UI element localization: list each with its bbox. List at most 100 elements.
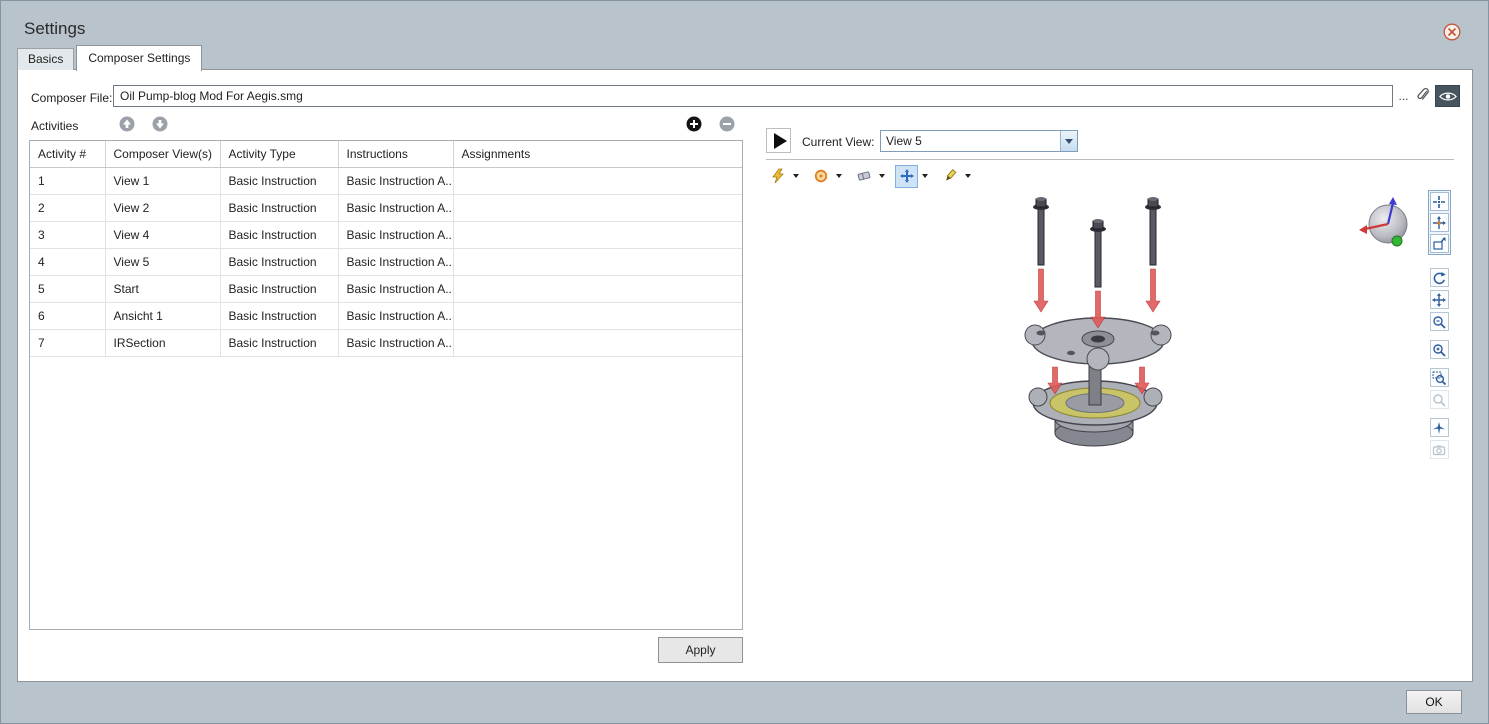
current-view-value: View 5 xyxy=(881,134,1060,148)
close-button[interactable] xyxy=(1443,23,1461,41)
table-cell xyxy=(453,221,742,248)
marker-tool-icon xyxy=(942,168,958,184)
table-row[interactable]: 7IRSectionBasic InstructionBasic Instruc… xyxy=(30,329,742,356)
spin-tool-dropdown[interactable] xyxy=(832,165,845,188)
table-cell: Ansicht 1 xyxy=(105,302,220,329)
align-mode-group xyxy=(1428,190,1451,255)
rotate-button[interactable] xyxy=(1430,268,1449,287)
table-cell: Basic Instruction A... xyxy=(338,302,453,329)
table-row[interactable]: 1View 1Basic InstructionBasic Instructio… xyxy=(30,167,742,194)
table-cell: View 4 xyxy=(105,221,220,248)
apply-button[interactable]: Apply xyxy=(658,637,743,663)
explode-tool-icon xyxy=(770,168,786,184)
table-cell: Basic Instruction A... xyxy=(338,275,453,302)
ok-button[interactable]: OK xyxy=(1406,690,1462,714)
column-header-activity[interactable]: Activity # xyxy=(30,141,105,167)
marker-tool-button[interactable] xyxy=(938,165,961,188)
zoom-in-button[interactable] xyxy=(1430,340,1449,359)
camera-icon xyxy=(1432,443,1446,457)
table-cell: 4 xyxy=(30,248,105,275)
table-row[interactable]: 6Ansicht 1Basic InstructionBasic Instruc… xyxy=(30,302,742,329)
window-title: Settings xyxy=(24,19,85,39)
remove-activity-button[interactable] xyxy=(719,116,735,132)
table-cell: IRSection xyxy=(105,329,220,356)
table-cell xyxy=(453,329,742,356)
column-header-assignments[interactable]: Assignments xyxy=(453,141,742,167)
add-activity-button[interactable] xyxy=(686,116,702,132)
zoom-area-button[interactable] xyxy=(1430,368,1449,387)
bolt-1 xyxy=(1033,197,1049,265)
fly-through-icon xyxy=(1432,421,1446,435)
tab-basics[interactable]: Basics xyxy=(17,48,74,70)
align-target-button[interactable] xyxy=(1430,192,1449,211)
move-axis-button[interactable] xyxy=(1430,213,1449,232)
tab-strip: Basics Composer Settings xyxy=(17,47,204,70)
marker-tool-dropdown[interactable] xyxy=(961,165,974,188)
table-cell: Basic Instruction A... xyxy=(338,194,453,221)
table-cell: Basic Instruction A... xyxy=(338,221,453,248)
pan-button[interactable] xyxy=(1430,290,1449,309)
table-cell: 6 xyxy=(30,302,105,329)
activities-header-row: Activity #Composer View(s)Activity TypeI… xyxy=(30,141,742,167)
table-cell: Basic Instruction xyxy=(220,302,338,329)
preview-button[interactable] xyxy=(1435,85,1460,107)
move-activity-down-button[interactable] xyxy=(152,116,168,132)
explode-tool-dropdown[interactable] xyxy=(789,165,802,188)
viewport-3d[interactable] xyxy=(755,189,1423,674)
move-activity-up-button[interactable] xyxy=(119,116,135,132)
table-cell: Basic Instruction xyxy=(220,248,338,275)
arrow-down-circle-icon xyxy=(152,116,168,132)
table-cell: 5 xyxy=(30,275,105,302)
table-cell xyxy=(453,248,742,275)
chevron-down-icon[interactable] xyxy=(1060,131,1077,151)
move-tool-button[interactable] xyxy=(895,165,918,188)
viewport-nav-toolbar xyxy=(1427,190,1451,462)
eraser-tool-dropdown[interactable] xyxy=(875,165,888,188)
table-cell xyxy=(453,275,742,302)
divider xyxy=(766,159,1454,160)
table-row[interactable]: 3View 4Basic InstructionBasic Instructio… xyxy=(30,221,742,248)
bolt-2 xyxy=(1090,219,1106,287)
zoom-select-button[interactable] xyxy=(1430,390,1449,409)
table-row[interactable]: 5StartBasic InstructionBasic Instruction… xyxy=(30,275,742,302)
move-axis-icon xyxy=(1432,216,1446,230)
move-tool-dropdown[interactable] xyxy=(918,165,931,188)
tab-composer-settings[interactable]: Composer Settings xyxy=(76,45,202,71)
current-view-label: Current View: xyxy=(802,135,874,149)
camera-button[interactable] xyxy=(1430,440,1449,459)
activities-label: Activities xyxy=(31,119,78,133)
spin-tool-icon xyxy=(813,168,829,184)
table-cell: Basic Instruction A... xyxy=(338,248,453,275)
fly-through-button[interactable] xyxy=(1430,418,1449,437)
composer-file-label: Composer File: xyxy=(31,91,112,105)
table-cell: 3 xyxy=(30,221,105,248)
eye-icon xyxy=(1438,90,1458,103)
move-plane-icon xyxy=(1432,237,1446,251)
plus-circle-icon xyxy=(686,116,702,132)
move-tool-icon xyxy=(899,168,915,184)
zoom-in-icon xyxy=(1432,343,1446,357)
eraser-tool-icon xyxy=(856,168,872,184)
explode-tool-button[interactable] xyxy=(766,165,789,188)
eraser-tool-button[interactable] xyxy=(852,165,875,188)
table-row[interactable]: 2View 2Basic InstructionBasic Instructio… xyxy=(30,194,742,221)
browse-button[interactable]: ... xyxy=(1395,85,1412,107)
column-header-activity-type[interactable]: Activity Type xyxy=(220,141,338,167)
column-header-instructions[interactable]: Instructions xyxy=(338,141,453,167)
spin-tool-button[interactable] xyxy=(809,165,832,188)
close-icon xyxy=(1443,23,1461,41)
composer-file-input[interactable] xyxy=(113,85,1393,107)
column-header-composer-view-s[interactable]: Composer View(s) xyxy=(105,141,220,167)
play-button[interactable] xyxy=(766,128,791,153)
attach-button[interactable] xyxy=(1412,85,1433,107)
bolt-3 xyxy=(1145,197,1161,265)
view-compass[interactable] xyxy=(1356,194,1418,256)
current-view-dropdown[interactable]: View 5 xyxy=(880,130,1078,152)
table-cell: View 1 xyxy=(105,167,220,194)
activities-table[interactable]: Activity #Composer View(s)Activity TypeI… xyxy=(29,140,743,630)
table-cell: Basic Instruction xyxy=(220,167,338,194)
table-row[interactable]: 4View 5Basic InstructionBasic Instructio… xyxy=(30,248,742,275)
zoom-button[interactable] xyxy=(1430,312,1449,331)
zoom-icon xyxy=(1432,315,1446,329)
move-plane-button[interactable] xyxy=(1430,234,1449,253)
